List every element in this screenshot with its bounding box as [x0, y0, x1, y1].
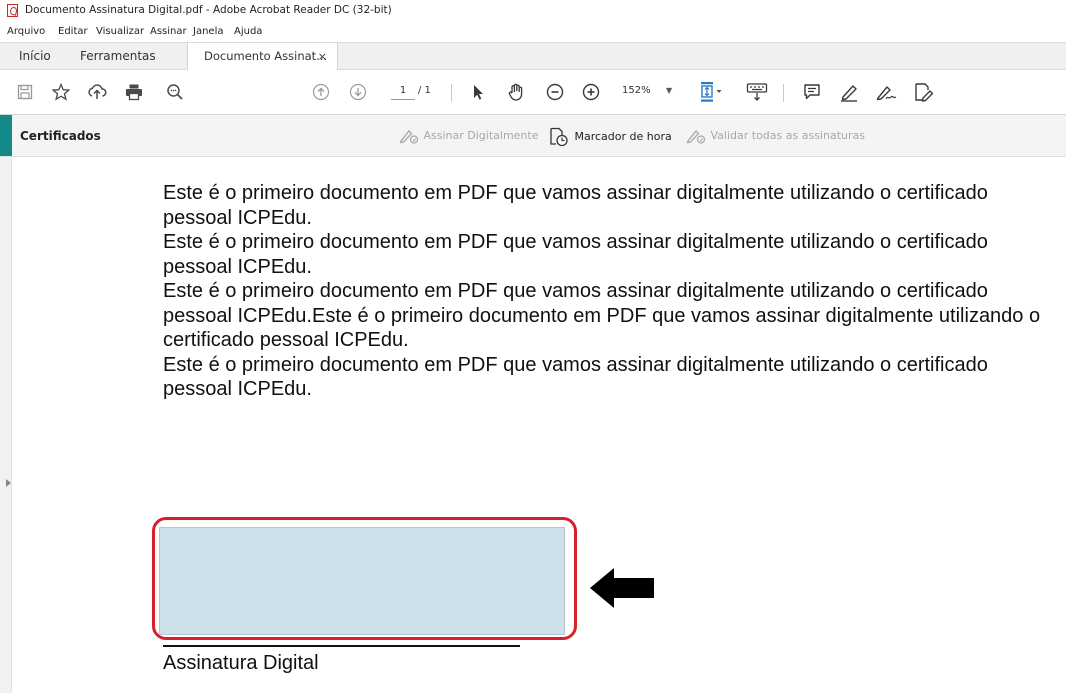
certificates-bar: Certificados Assinar Digitalmente Marcad…	[0, 115, 1066, 157]
chevron-down-icon: ▼	[666, 86, 673, 95]
document-paragraph: Este é o primeiro documento em PDF que v…	[163, 182, 988, 229]
pdf-app-icon	[7, 4, 18, 17]
toolbar-divider	[783, 84, 784, 102]
zoom-in-icon[interactable]	[580, 80, 602, 104]
validate-all-button[interactable]: Validar todas as assinaturas	[685, 127, 865, 145]
document-paragraph: Este é o primeiro documento em PDF que v…	[163, 231, 988, 278]
title-bar: Documento Assinatura Digital.pdf - Adobe…	[0, 0, 1066, 22]
sign-digitally-label: Assinar Digitalmente	[423, 129, 539, 142]
zoom-select[interactable]: 152% ▼	[622, 83, 684, 99]
certificates-title: Certificados	[20, 129, 101, 143]
tab-document-label: Documento Assinat...	[204, 49, 328, 63]
highlight-pen-icon[interactable]	[837, 80, 861, 104]
menu-assinar[interactable]: Assinar	[150, 26, 187, 37]
hand-icon[interactable]	[504, 80, 528, 104]
document-body: Este é o primeiro documento em PDF que v…	[163, 181, 1043, 402]
comment-icon[interactable]	[801, 80, 823, 104]
expand-panel-icon[interactable]	[6, 479, 11, 487]
signature-line	[163, 645, 520, 647]
validate-pen-icon	[686, 130, 706, 144]
menu-janela[interactable]: Janela	[193, 26, 223, 37]
document-paragraph: Este é o primeiro documento em PDF que v…	[163, 280, 1041, 351]
document-paragraph: Este é o primeiro documento em PDF que v…	[163, 353, 988, 401]
fit-page-icon[interactable]	[697, 80, 725, 104]
page-total: / 1	[418, 85, 431, 96]
page-down-icon[interactable]	[347, 80, 369, 104]
close-tab-icon[interactable]: ×	[318, 43, 327, 70]
signature-label: Assinatura Digital	[163, 652, 319, 674]
save-icon[interactable]	[14, 80, 36, 104]
select-cursor-icon[interactable]	[467, 80, 489, 104]
upload-icon[interactable]	[86, 80, 108, 104]
sign-pen-icon	[399, 130, 419, 144]
fill-sign-icon[interactable]	[912, 80, 936, 104]
tab-bar: Início Ferramentas Documento Assinat... …	[0, 42, 1066, 70]
timestamp-label: Marcador de hora	[574, 130, 672, 143]
menu-bar: Arquivo Editar Visualizar Assinar Janela…	[0, 23, 1066, 42]
menu-visualizar[interactable]: Visualizar	[96, 26, 144, 37]
keyboard-icon[interactable]	[745, 80, 769, 104]
validate-all-label: Validar todas as assinaturas	[710, 129, 865, 142]
tab-document[interactable]: Documento Assinat... ×	[187, 43, 338, 70]
toolbar-divider	[451, 84, 452, 102]
sign-icon[interactable]	[873, 80, 899, 104]
document-clock-icon	[550, 127, 568, 147]
left-nav-panel	[0, 157, 12, 693]
page-up-icon[interactable]	[310, 80, 332, 104]
sign-digitally-button[interactable]: Assinar Digitalmente	[398, 127, 538, 145]
certificates-accent-strip	[0, 115, 12, 156]
menu-editar[interactable]: Editar	[58, 26, 88, 37]
signature-field[interactable]	[159, 527, 565, 635]
zoom-value: 152%	[622, 85, 651, 96]
menu-ajuda[interactable]: Ajuda	[234, 26, 262, 37]
zoom-out-icon[interactable]	[544, 80, 566, 104]
search-icon[interactable]	[164, 80, 186, 104]
toolbar: 1 / 1 152% ▼	[0, 70, 1066, 115]
pointer-arrow-icon	[590, 568, 654, 608]
timestamp-button[interactable]: Marcador de hora	[549, 127, 672, 147]
window-title: Documento Assinatura Digital.pdf - Adobe…	[25, 4, 392, 16]
bookmark-star-icon[interactable]	[50, 80, 72, 104]
menu-arquivo[interactable]: Arquivo	[7, 26, 45, 37]
tab-inicio[interactable]: Início	[19, 43, 51, 70]
print-icon[interactable]	[123, 80, 145, 104]
page-number-input[interactable]: 1	[391, 83, 415, 100]
tab-ferramentas[interactable]: Ferramentas	[80, 43, 156, 70]
